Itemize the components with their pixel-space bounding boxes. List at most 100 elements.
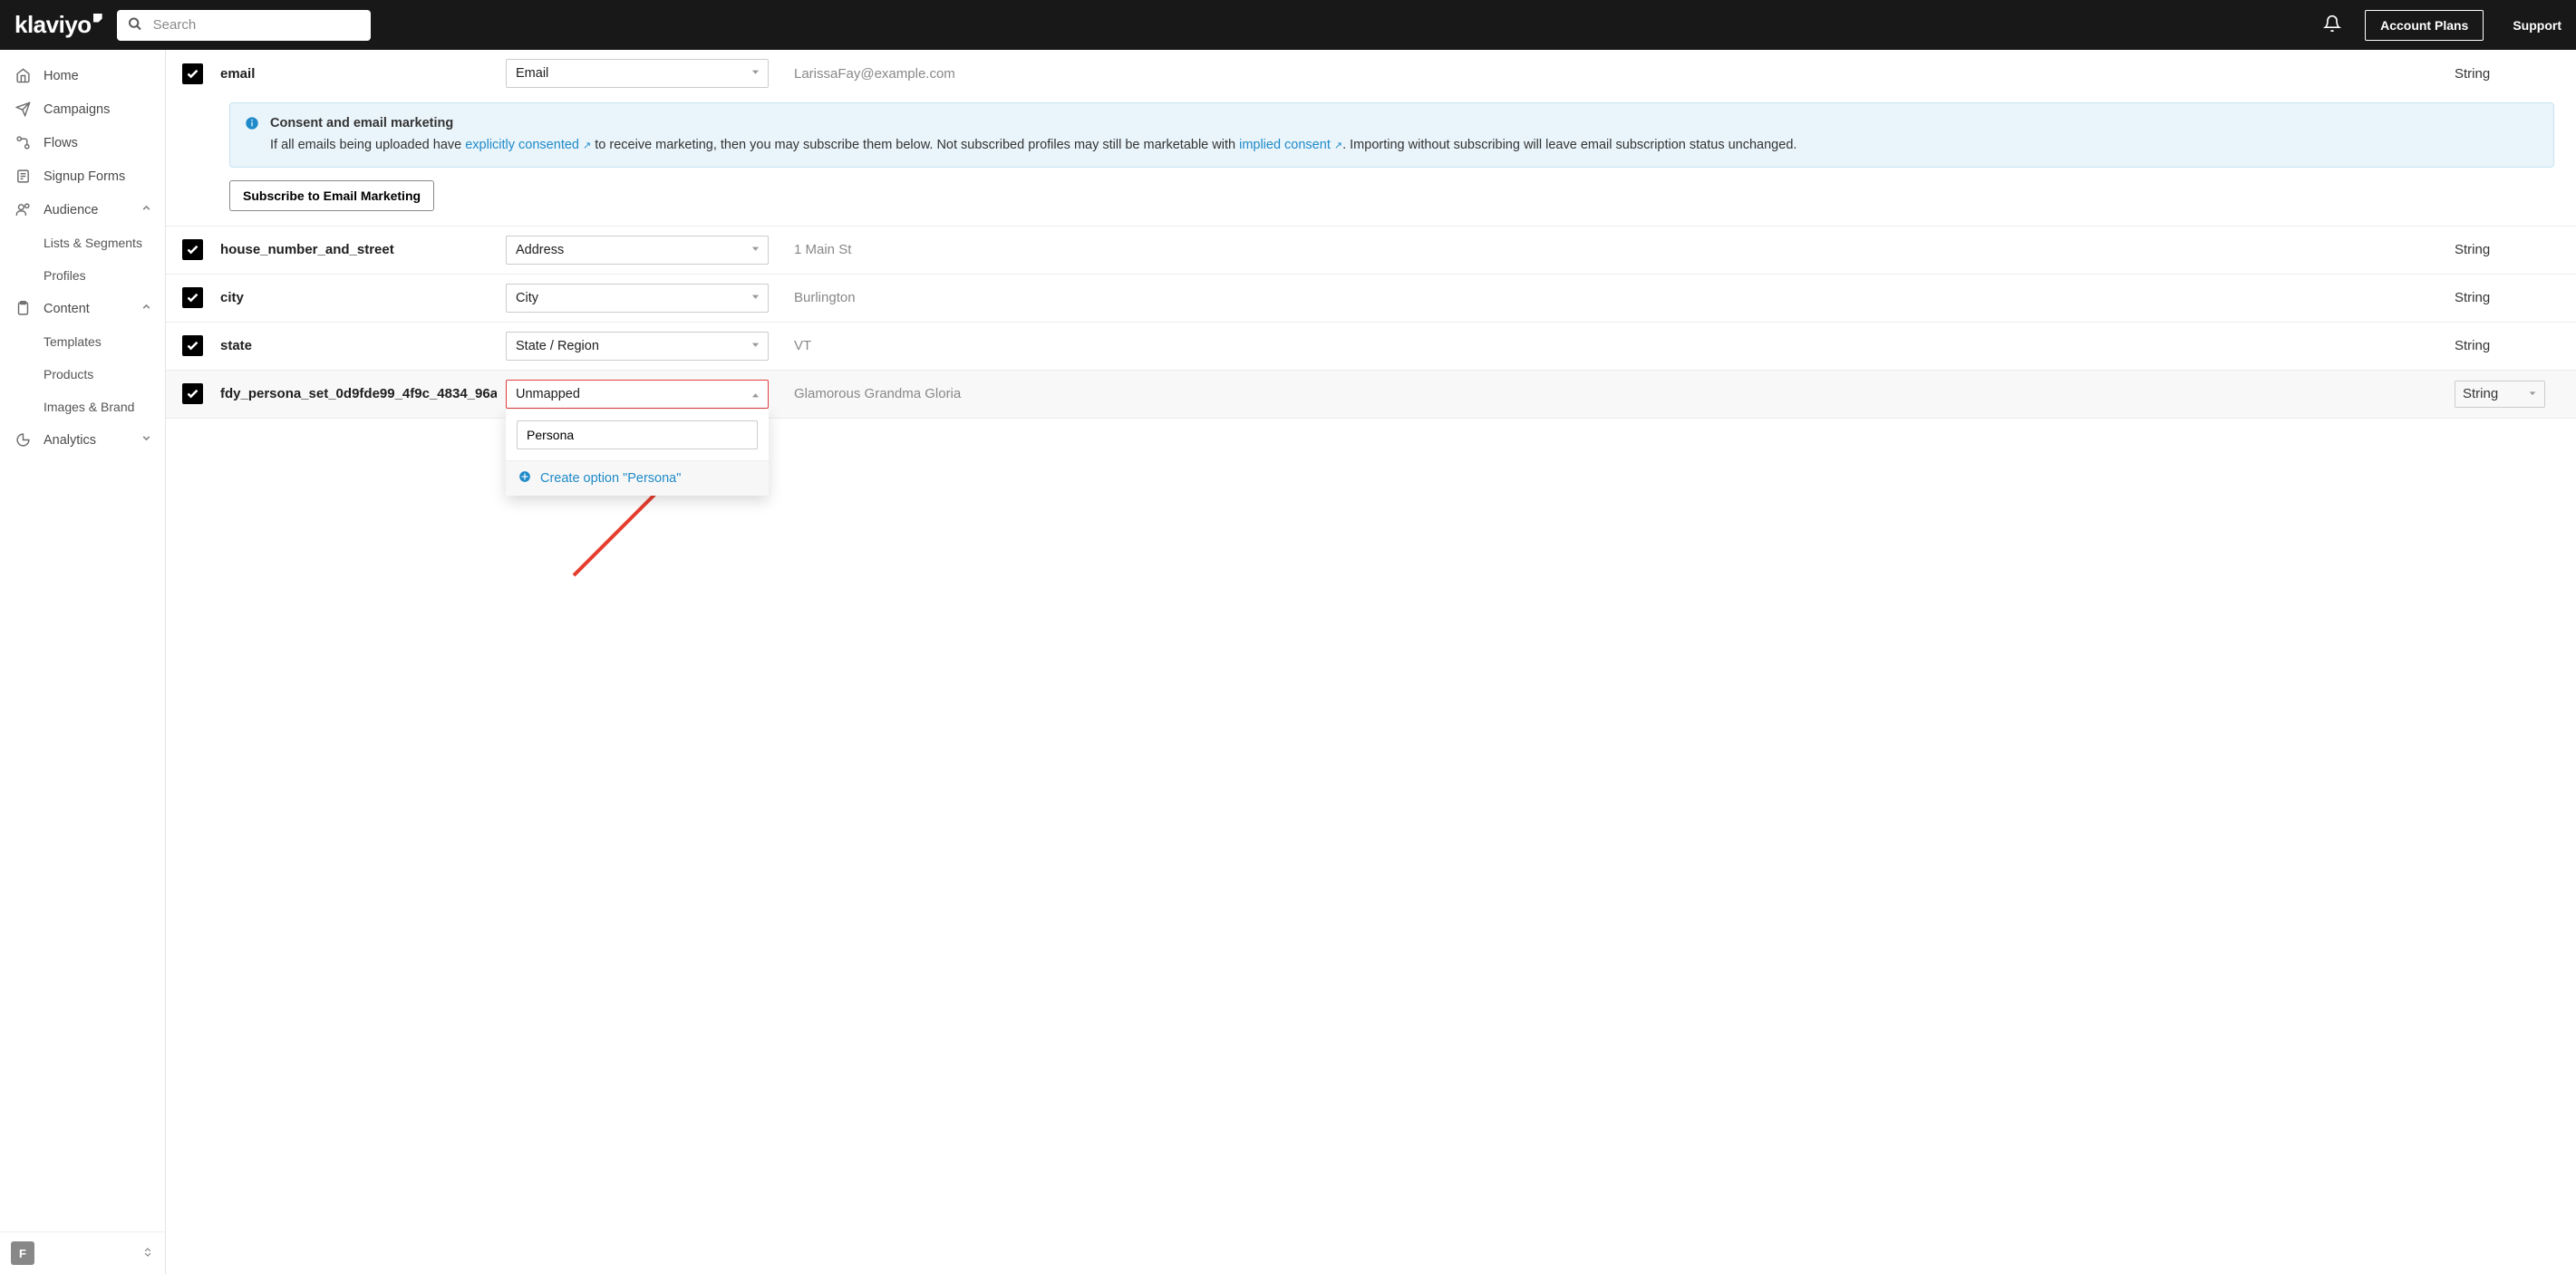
send-icon <box>15 101 31 117</box>
search-input[interactable] <box>117 10 371 41</box>
select-value: Unmapped <box>516 387 580 401</box>
external-link-icon: ↗ <box>1334 140 1342 151</box>
clipboard-icon <box>15 301 31 316</box>
chevron-down-icon <box>140 432 152 448</box>
field-mapping-select[interactable]: City <box>506 284 769 313</box>
dropdown-panel: Create option "Persona" <box>506 410 769 496</box>
create-option-item[interactable]: Create option "Persona" <box>506 460 769 496</box>
column-header-name: fdy_persona_set_0d9fde99_4f9c_4834_96af_… <box>220 386 497 401</box>
sidebar-item-home[interactable]: Home <box>0 59 165 92</box>
sidebar-account-switcher[interactable]: F <box>0 1231 165 1274</box>
row-checkbox[interactable] <box>182 63 203 84</box>
mapping-row: state State / Region VT String <box>166 323 2576 371</box>
sample-value: Glamorous Grandma Gloria <box>778 386 2445 401</box>
row-checkbox[interactable] <box>182 287 203 308</box>
chevron-down-icon <box>751 243 760 257</box>
flow-icon <box>15 135 31 150</box>
info-icon <box>245 116 259 156</box>
sidebar-item-label: Analytics <box>44 433 128 448</box>
sidebar-item-label: Campaigns <box>44 102 152 117</box>
sample-value: LarissaFay@example.com <box>778 66 2445 82</box>
sidebar-item-analytics[interactable]: Analytics <box>0 423 165 457</box>
dropdown-search-input[interactable] <box>517 420 758 449</box>
home-icon <box>15 68 31 83</box>
mapping-row: house_number_and_street Address 1 Main S… <box>166 227 2576 275</box>
chevron-up-icon <box>140 301 152 316</box>
sidebar-item-label: Content <box>44 302 128 316</box>
explicitly-consented-link[interactable]: explicitly consented ↗ <box>465 138 591 152</box>
chevron-down-icon <box>2528 386 2537 401</box>
mapping-row: email Email LarissaFay@example.com Strin… <box>166 50 2576 97</box>
chevron-down-icon <box>751 66 760 81</box>
row-checkbox[interactable] <box>182 335 203 356</box>
consent-section: Consent and email marketing If all email… <box>166 97 2576 227</box>
sidebar-item-profiles[interactable]: Profiles <box>0 259 165 292</box>
data-type: String <box>2455 66 2554 82</box>
info-text: If all emails being uploaded have <box>270 138 465 152</box>
notifications-icon[interactable] <box>2314 9 2350 41</box>
column-header-name: state <box>220 338 497 353</box>
pie-icon <box>15 432 31 448</box>
field-mapping-select[interactable]: Unmapped <box>506 380 769 409</box>
mapping-row: city City Burlington String <box>166 275 2576 323</box>
sidebar-item-content[interactable]: Content <box>0 292 165 325</box>
sidebar-item-audience[interactable]: Audience <box>0 193 165 227</box>
column-header-name: house_number_and_street <box>220 242 497 257</box>
logo-text: klaviyo <box>15 11 92 39</box>
data-type: String <box>2455 242 2554 257</box>
main-content: email Email LarissaFay@example.com Strin… <box>166 50 2576 1274</box>
people-icon <box>15 202 31 217</box>
data-type-select[interactable]: String <box>2455 381 2545 408</box>
chevron-down-icon <box>751 291 760 305</box>
sidebar-item-products[interactable]: Products <box>0 358 165 391</box>
support-link[interactable]: Support <box>2498 11 2561 40</box>
chevron-down-icon <box>751 339 760 353</box>
field-mapping-select[interactable]: State / Region <box>506 332 769 361</box>
external-link-icon: ↗ <box>583 140 591 151</box>
sidebar-item-label: Signup Forms <box>44 169 152 184</box>
sidebar: Home Campaigns Flows Signup Forms Audien… <box>0 50 166 1274</box>
plus-circle-icon <box>518 470 531 487</box>
row-checkbox[interactable] <box>182 383 203 404</box>
search-wrap <box>117 10 371 41</box>
sidebar-item-templates[interactable]: Templates <box>0 325 165 358</box>
info-text: . Importing without subscribing will lea… <box>1342 138 1796 152</box>
subscribe-email-marketing-button[interactable]: Subscribe to Email Marketing <box>229 180 434 211</box>
column-header-name: city <box>220 290 497 305</box>
sidebar-item-lists-segments[interactable]: Lists & Segments <box>0 227 165 259</box>
sample-value: Burlington <box>778 290 2445 305</box>
search-icon <box>128 16 142 34</box>
data-type: String <box>2455 338 2554 353</box>
info-box: Consent and email marketing If all email… <box>229 102 2554 168</box>
sidebar-item-label: Home <box>44 69 152 83</box>
sidebar-item-flows[interactable]: Flows <box>0 126 165 159</box>
logo: klaviyo <box>15 11 102 39</box>
create-option-label: Create option "Persona" <box>540 471 681 486</box>
field-mapping-select[interactable]: Email <box>506 59 769 88</box>
logo-mark-icon <box>93 14 102 23</box>
info-title: Consent and email marketing <box>270 114 1796 134</box>
sort-icon <box>141 1246 154 1261</box>
form-icon <box>15 169 31 184</box>
mapping-row: fdy_persona_set_0d9fde99_4f9c_4834_96af_… <box>166 371 2576 419</box>
implied-consent-link[interactable]: implied consent ↗ <box>1239 138 1342 152</box>
avatar: F <box>11 1241 34 1265</box>
row-checkbox[interactable] <box>182 239 203 260</box>
column-header-name: email <box>220 66 497 82</box>
chevron-up-icon <box>751 387 760 401</box>
info-text: to receive marketing, then you may subsc… <box>591 138 1239 152</box>
field-mapping-select[interactable]: Address <box>506 236 769 265</box>
sidebar-item-images-brand[interactable]: Images & Brand <box>0 391 165 423</box>
sidebar-item-signup-forms[interactable]: Signup Forms <box>0 159 165 193</box>
chevron-up-icon <box>140 202 152 217</box>
app-header: klaviyo Account Plans Support <box>0 0 2576 50</box>
sidebar-item-label: Flows <box>44 136 152 150</box>
select-value: Email <box>516 66 548 81</box>
sidebar-item-campaigns[interactable]: Campaigns <box>0 92 165 126</box>
sidebar-item-label: Audience <box>44 203 128 217</box>
select-value: City <box>516 291 538 305</box>
account-plans-button[interactable]: Account Plans <box>2365 10 2484 41</box>
sample-value: 1 Main St <box>778 242 2445 257</box>
select-value: Address <box>516 243 564 257</box>
select-value: State / Region <box>516 339 599 353</box>
